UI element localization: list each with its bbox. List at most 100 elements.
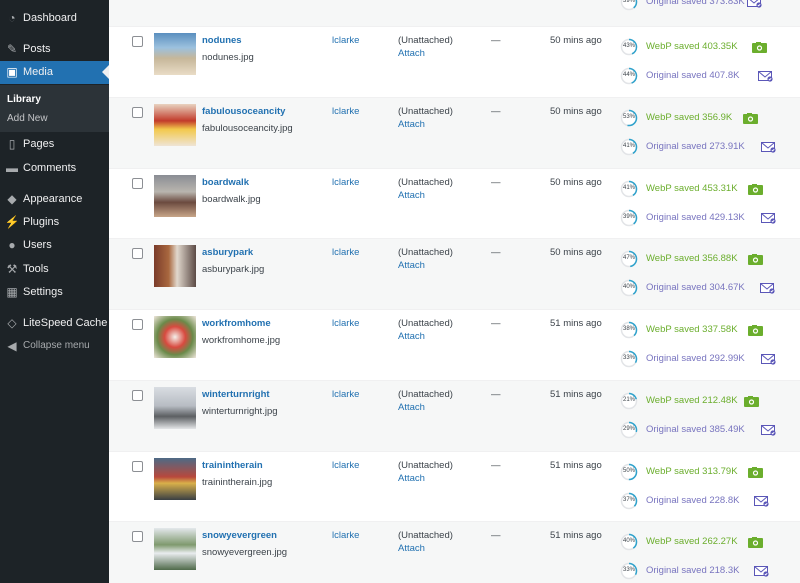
media-title-link[interactable]: fabulousoceancity [202,106,285,117]
webp-camera-icon[interactable] [748,466,763,478]
attach-link[interactable]: Attach [398,260,425,271]
row-checkbox[interactable] [132,248,143,259]
author-link[interactable]: lclarke [332,177,359,188]
percent-label: 44% [622,72,635,78]
attach-link[interactable]: Attach [398,473,425,484]
original-savings: 37% Original saved 228.8K [620,491,800,511]
row-checkbox[interactable] [132,461,143,472]
media-title-link[interactable]: snowyevergreen [202,530,277,541]
beach-photo[interactable] [154,33,196,75]
row-checkbox[interactable] [132,107,143,118]
row-checkbox[interactable] [132,178,143,189]
original-mail-icon[interactable] [761,141,776,153]
original-mail-icon[interactable] [754,565,769,577]
author-link[interactable]: lclarke [332,460,359,471]
original-saved-icon[interactable] [747,0,762,8]
percent-ring: 39% [620,0,638,11]
winter-road-photo[interactable] [154,387,196,429]
row-checkbox[interactable] [132,36,143,47]
original-savings: 33% Original saved 292.99K [620,349,800,369]
attach-link[interactable]: Attach [398,190,425,201]
crowd-photo[interactable] [154,175,196,217]
sidebar-item-users[interactable]: ● Users [0,234,109,257]
snow-tree-photo[interactable] [154,528,196,570]
admin-sidebar: ◔ Dashboard ✎ Posts ▣ Media ▯ Pages ▬ Comments ◆ Ap… [0,0,109,583]
original-mail-icon[interactable] [761,424,776,436]
original-mail-icon[interactable] [761,353,776,365]
submenu-add-new[interactable]: Add New [7,113,48,124]
attach-link[interactable]: Attach [398,48,425,59]
attach-link[interactable]: Attach [398,331,425,342]
sidebar-item-label: Media [23,66,53,78]
row-checkbox[interactable] [132,531,143,542]
webp-camera-icon[interactable] [748,253,763,265]
media-title-link[interactable]: nodunes [202,35,242,46]
webp-camera-icon[interactable] [748,183,763,195]
sidebar-item-label: Settings [23,286,63,298]
savings-text: Original saved 273.91K [646,141,745,152]
comments-count: — [491,106,501,117]
webp-camera-icon[interactable] [748,324,763,336]
sidebar-item-pages[interactable]: ▯ Pages [0,133,109,156]
webp-savings: 47% WebP saved 356.88K [620,249,800,269]
media-title-link[interactable]: boardwalk [202,177,249,188]
sidebar-item-media[interactable]: ▣ Media [0,61,109,84]
original-mail-icon[interactable] [760,282,775,294]
original-mail-icon[interactable] [758,70,773,82]
percent-ring: 33% [620,562,638,580]
percent-label: 41% [622,143,635,149]
sidebar-item-settings[interactable]: ▦ Settings [0,281,109,304]
percent-label: 33% [622,355,635,361]
percent-ring: 39% [620,209,638,227]
savings-text: WebP saved 356.88K [646,253,738,264]
sign-photo[interactable] [154,104,196,146]
media-title-link[interactable]: asburypark [202,247,253,258]
percent-label: 40% [622,284,635,290]
sidebar-item-posts[interactable]: ✎ Posts [0,38,109,61]
author-link[interactable]: lclarke [332,247,359,258]
sidebar-item-comments[interactable]: ▬ Comments [0,157,109,180]
attach-link[interactable]: Attach [398,119,425,130]
sidebar-item-appearance[interactable]: ◆ Appearance [0,188,109,211]
desk-photo[interactable] [154,316,196,358]
author-link[interactable]: lclarke [332,389,359,400]
webp-camera-icon[interactable] [744,395,759,407]
webp-camera-icon[interactable] [752,41,767,53]
sidebar-item-plugins[interactable]: ⚡ Plugins [0,211,109,234]
row-checkbox[interactable] [132,319,143,330]
row-checkbox[interactable] [132,390,143,401]
media-title-link[interactable]: trainintherain [202,460,263,471]
author-link[interactable]: lclarke [332,318,359,329]
upload-date: 50 mins ago [550,106,602,117]
original-savings: 40% Original saved 304.67K [620,278,800,298]
percent-label: 50% [622,468,635,474]
sidebar-item-litespeed-cache[interactable]: ◇ LiteSpeed Cache [0,312,109,335]
media-title-link[interactable]: workfromhome [202,318,271,329]
table-row: winterturnright winterturnright.jpg lclark… [109,380,800,451]
author-link[interactable]: lclarke [332,530,359,541]
building-photo[interactable] [154,245,196,287]
comments-count: — [491,530,501,541]
author-link[interactable]: lclarke [332,35,359,46]
comments-count: — [491,318,501,329]
sidebar-item-label: Posts [23,43,51,55]
original-savings: 41% Original saved 273.91K [620,137,800,157]
attach-link[interactable]: Attach [398,402,425,413]
sidebar-item-collapse-menu[interactable]: ◀ Collapse menu [0,335,109,358]
original-mail-icon[interactable] [754,495,769,507]
webp-camera-icon[interactable] [748,536,763,548]
media-title-link[interactable]: winterturnright [202,389,270,400]
uploaded-to-status: (Unattached) [398,35,453,46]
sidebar-item-label: LiteSpeed Cache [23,317,108,329]
percent-ring: 29% [620,421,638,439]
savings-text: WebP saved 337.58K [646,324,738,335]
rain-photo[interactable] [154,458,196,500]
sidebar-item-tools[interactable]: ⚒ Tools [0,258,109,281]
sidebar-item-label: Plugins [23,216,60,228]
webp-camera-icon[interactable] [743,112,758,124]
submenu-library[interactable]: Library [7,94,41,105]
author-link[interactable]: lclarke [332,106,359,117]
sidebar-item-dashboard[interactable]: ◔ Dashboard [0,7,109,30]
original-mail-icon[interactable] [761,212,776,224]
attach-link[interactable]: Attach [398,543,425,554]
